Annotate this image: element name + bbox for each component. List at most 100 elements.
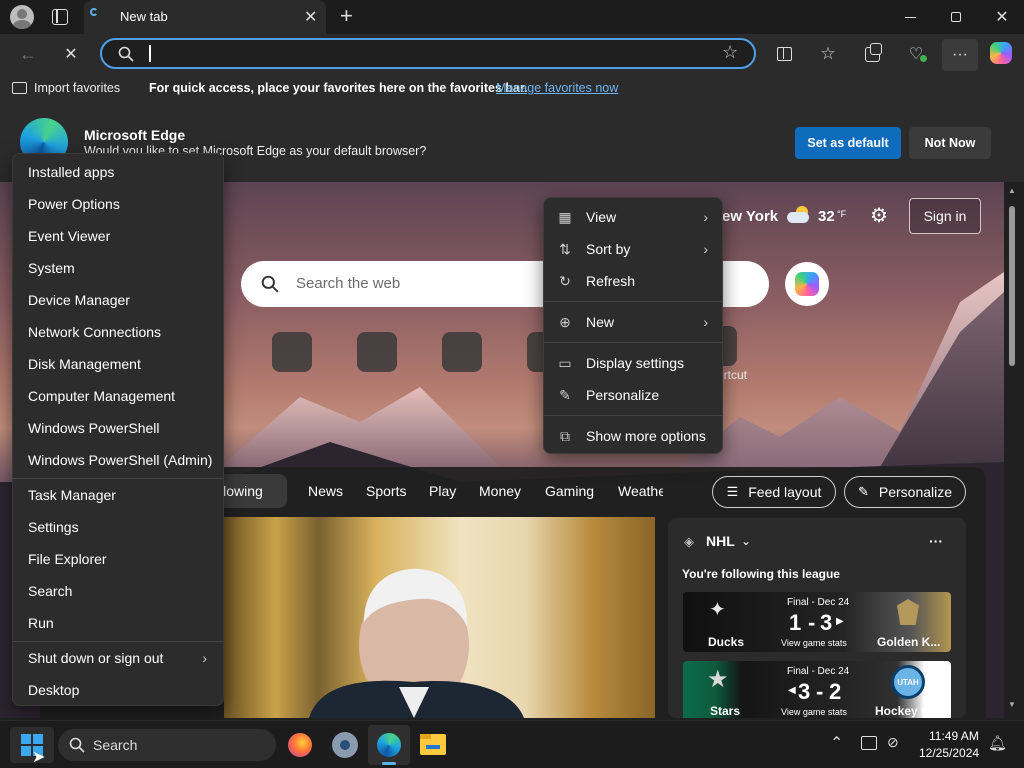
tab-weather[interactable]: Weathe [618,483,663,499]
menu-item-personalize[interactable]: ✎ Personalize [544,379,722,411]
sign-in-button[interactable]: Sign in [909,198,981,234]
shortcut-tile[interactable] [357,332,397,372]
winx-item-device-manager[interactable]: Device Manager [13,284,223,316]
address-input[interactable] [154,43,714,64]
file-explorer-icon[interactable] [420,734,446,755]
copilot-search-icon [795,272,819,296]
profile-avatar[interactable] [10,5,34,29]
menu-item-new[interactable]: ⊕ New › [544,306,722,338]
menu-item-display-settings[interactable]: ▭ Display settings [544,347,722,379]
taskbar-search-box[interactable]: Search [58,729,276,761]
tab-actions-icon[interactable] [52,9,68,25]
menu-item-view[interactable]: ▦ View › [544,201,722,233]
chevron-down-icon[interactable]: ⌄ [741,534,751,548]
scroll-down-icon[interactable]: ▼ [1008,700,1016,709]
browser-essentials-icon[interactable]: ♡ [900,39,932,69]
view-game-stats-link[interactable]: View game stats [781,638,847,648]
favorites-icon[interactable]: ☆ [812,39,844,69]
set-default-button[interactable]: Set as default [795,127,901,159]
minimize-icon[interactable] [887,0,933,34]
winx-item-power-options[interactable]: Power Options [13,188,223,220]
menu-item-show-more-options[interactable]: ⧉ Show more options [544,420,722,452]
copilot-search-button[interactable] [785,262,829,306]
more-options-icon: ⧉ [560,427,570,444]
favorite-star-icon[interactable]: ☆ [722,42,738,63]
view-game-stats-link[interactable]: View game stats [781,707,847,717]
menu-item-refresh[interactable]: ↻ Refresh [544,265,722,297]
tab-following-label: llowing [220,483,263,499]
weather-cloud-icon [787,206,811,223]
back-icon[interactable]: ← [12,39,44,69]
settings-gear-app-icon[interactable] [332,732,358,758]
favorites-bar-message: For quick access, place your favorites h… [149,81,528,95]
manage-favorites-link[interactable]: Manage favorites now [496,81,618,95]
mouse-pointer-icon: ➤ [32,749,46,766]
league-name[interactable]: NHL [706,533,735,549]
chevron-up-icon[interactable]: ⌃ [830,733,843,753]
firefox-icon[interactable] [288,733,312,757]
import-favorites-button[interactable]: Import favorites [34,81,120,95]
winx-item-windows-powershell-admin[interactable]: Windows PowerShell (Admin) [13,444,223,476]
menu-item-label: Refresh [586,273,636,289]
weather-city[interactable]: ew York [722,208,778,225]
winx-item-task-manager[interactable]: Task Manager [13,479,223,511]
taskbar: ➤ Search ⌃ ⊘ 11:49 AM 12/25/2024 🔔︎ [0,720,1024,768]
edge-taskbar-button[interactable] [368,725,410,765]
winx-item-system[interactable]: System [13,252,223,284]
scrollbar-thumb[interactable] [1009,206,1015,366]
tab-news[interactable]: News [308,483,343,499]
winx-item-run[interactable]: Run [13,607,223,639]
menu-item-sort-by[interactable]: ⇅ Sort by › [544,233,722,265]
winx-item-shut-down[interactable]: Shut down or sign out › [13,642,223,674]
web-search-icon [261,275,279,293]
collections-icon[interactable] [856,39,888,69]
shortcut-tile[interactable] [272,332,312,372]
weather-temperature[interactable]: 32 [818,208,835,225]
winx-item-computer-management[interactable]: Computer Management [13,380,223,412]
away-team: Golden K... [877,635,941,649]
tab-close-icon[interactable]: ✕ [304,7,317,27]
tab-sports[interactable]: Sports [366,483,406,499]
page-settings-icon[interactable]: ⚙ [870,203,888,228]
copilot-icon[interactable] [990,42,1012,64]
winx-item-event-viewer[interactable]: Event Viewer [13,220,223,252]
winx-item-disk-management[interactable]: Disk Management [13,348,223,380]
winx-item-file-explorer[interactable]: File Explorer [13,543,223,575]
personalize-feed-button[interactable]: ✎ Personalize [844,476,966,508]
notification-bell-icon[interactable]: 🔔︎ [988,734,1007,752]
winx-item-settings[interactable]: Settings [13,511,223,543]
scroll-up-icon[interactable]: ▲ [1008,186,1016,195]
winx-item-desktop[interactable]: Desktop [13,674,223,706]
winx-item-windows-powershell[interactable]: Windows PowerShell [13,412,223,444]
web-search-placeholder: Search the web [296,275,401,292]
shortcut-tile[interactable] [442,332,482,372]
clock-date[interactable]: 12/25/2024 [919,746,979,760]
close-icon[interactable]: ✕ [979,0,1024,34]
clock-time[interactable]: 11:49 AM [929,729,979,743]
restore-icon[interactable] [933,0,979,34]
stop-loading-icon[interactable]: ✕ [55,39,87,69]
winx-item-network-connections[interactable]: Network Connections [13,316,223,348]
edge-taskbar-icon [377,733,401,757]
settings-more-icon[interactable]: ··· [942,39,978,71]
tab-gaming[interactable]: Gaming [545,483,594,499]
not-now-button[interactable]: Not Now [909,127,991,159]
winx-item-search[interactable]: Search [13,575,223,607]
tab-money[interactable]: Money [479,483,521,499]
start-button[interactable]: ➤ [10,727,54,766]
new-tab-button[interactable]: + [340,3,353,29]
tab-new-tab[interactable]: New tab ✕ [84,0,326,34]
network-display-icon[interactable] [861,736,877,750]
split-screen-icon[interactable] [768,39,800,69]
game-card[interactable]: ✦ Ducks Final - Dec 24 1 - 3 ▶ View game… [683,592,951,652]
winx-item-installed-apps[interactable]: Installed apps [13,156,223,188]
menu-item-label: Sort by [586,241,631,257]
news-card-image[interactable] [224,517,655,718]
address-bar[interactable]: ☆ [100,38,756,69]
volume-muted-icon[interactable]: ⊘ [887,734,899,751]
tab-play[interactable]: Play [429,483,456,499]
feed-layout-button[interactable]: ☰ Feed layout [712,476,836,508]
nhl-more-button[interactable]: ··· [929,533,943,549]
game-card[interactable]: ★ Stars Final - Dec 24 ◀ 3 - 2 View game… [683,661,951,718]
page-scrollbar[interactable]: ▲ ▼ [1004,182,1020,718]
